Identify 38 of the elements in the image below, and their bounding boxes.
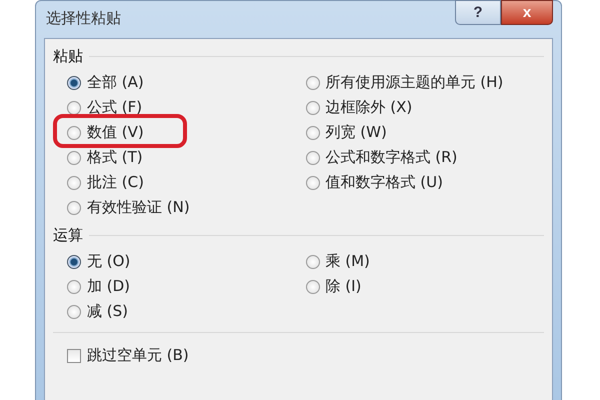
radio-option[interactable]: 值和数字格式 (U) <box>306 170 443 195</box>
radio-option[interactable]: 所有使用源主题的单元 (H) <box>306 70 504 95</box>
radio-option[interactable]: 公式 (F) <box>67 95 142 120</box>
radio-option[interactable]: 边框除外 (X) <box>306 95 412 120</box>
help-button[interactable]: ? <box>455 0 501 25</box>
checkbox[interactable] <box>67 348 81 362</box>
radio-button[interactable] <box>67 126 81 140</box>
radio-button[interactable] <box>306 150 320 164</box>
radio-button[interactable] <box>67 100 81 114</box>
radio-button[interactable] <box>306 280 320 294</box>
radio-option[interactable]: 除 (I) <box>306 274 362 299</box>
radio-button[interactable] <box>67 280 81 294</box>
section-title: 粘贴 <box>53 47 83 66</box>
radio-option[interactable]: 格式 (T) <box>67 145 143 170</box>
radio-button[interactable] <box>306 126 320 140</box>
skip-blanks-checkbox[interactable]: 跳过空单元 (B) <box>53 343 189 368</box>
radio-option[interactable]: 无 (O) <box>67 249 130 274</box>
radio-option[interactable]: 加 (D) <box>67 274 130 299</box>
radio-option[interactable]: 乘 (M) <box>306 249 370 274</box>
radio-option[interactable]: 公式和数字格式 (R) <box>306 145 458 170</box>
radio-button[interactable] <box>306 100 320 114</box>
radio-button[interactable] <box>306 76 320 90</box>
radio-option[interactable]: 列宽 (W) <box>306 120 387 145</box>
radio-button[interactable] <box>67 254 81 268</box>
radio-option[interactable]: 批注 (C) <box>67 170 144 195</box>
radio-button[interactable] <box>306 176 320 190</box>
radio-option[interactable]: 全部 (A) <box>67 70 144 95</box>
radio-option[interactable]: 减 (S) <box>67 299 128 324</box>
radio-option[interactable]: 数值 (V) <box>67 120 144 145</box>
radio-button[interactable] <box>67 150 81 164</box>
section-title: 运算 <box>53 226 83 245</box>
radio-button[interactable] <box>67 200 81 214</box>
radio-button[interactable] <box>67 176 81 190</box>
radio-button[interactable] <box>67 76 81 90</box>
window-title: 选择性粘贴 <box>46 9 121 29</box>
radio-button[interactable] <box>306 254 320 268</box>
radio-option[interactable]: 有效性验证 (N) <box>67 195 190 220</box>
radio-button[interactable] <box>67 304 81 318</box>
